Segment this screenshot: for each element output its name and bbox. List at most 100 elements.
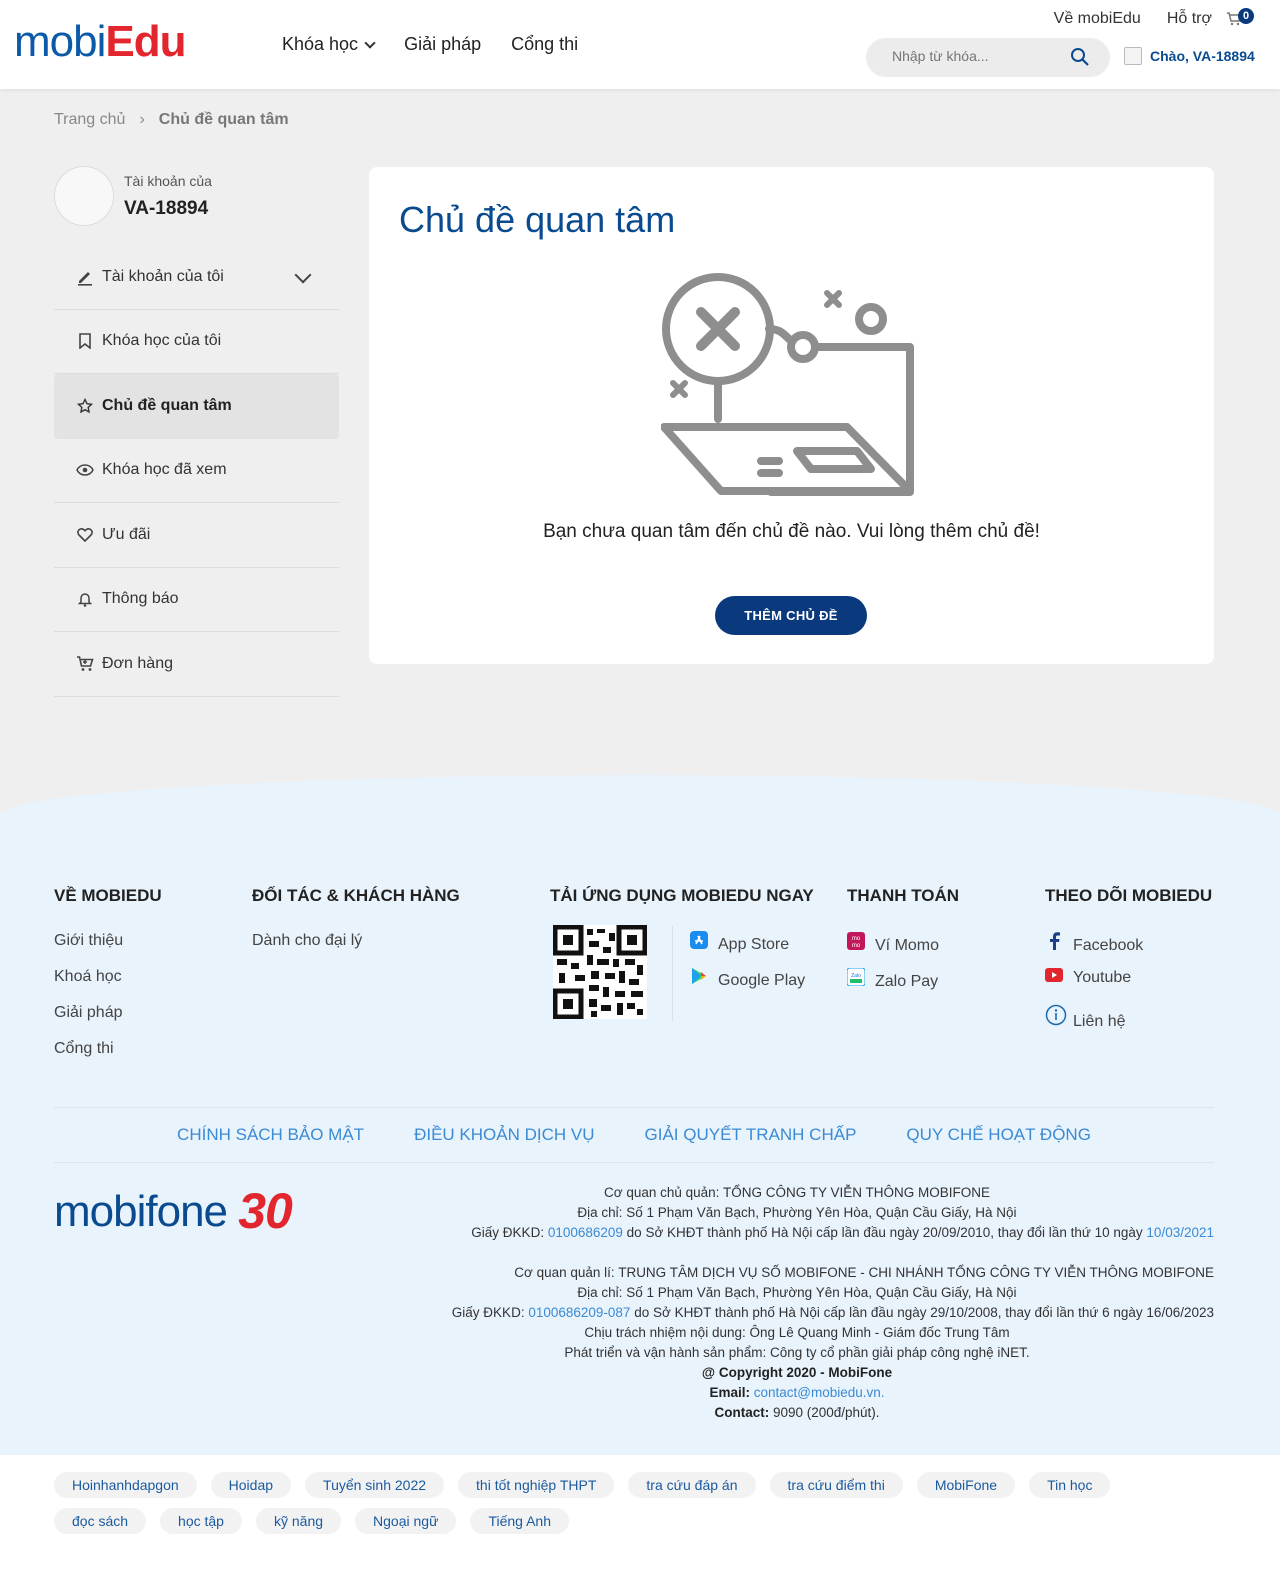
youtube-link[interactable]: Youtube [1045, 968, 1212, 1004]
cart-button[interactable]: 0 [1226, 8, 1254, 29]
facebook-link[interactable]: Facebook [1045, 932, 1212, 968]
account-name: VA-18894 [124, 198, 209, 219]
menu-item-offers[interactable]: Ưu đãi [54, 503, 339, 568]
empty-state-message: Bạn chưa quan tâm đến chủ đề nào. Vui lò… [543, 521, 1040, 542]
qr-code [552, 924, 648, 1020]
nav-cong-thi[interactable]: Cổng thi [511, 34, 578, 55]
youtube-icon [1045, 968, 1063, 985]
breadcrumb-home[interactable]: Trang chủ [54, 111, 125, 129]
nav-khoa-hoc[interactable]: Khóa học [282, 34, 376, 55]
tag-chip[interactable]: thi tốt nghiệp THPT [458, 1472, 615, 1498]
google-play-icon [690, 967, 708, 988]
site-header: mobiEdu Khóa học Giải pháp Cổng thi Về m… [0, 0, 1280, 89]
tag-list: Hoinhanhdapgon Hoidap Tuyển sinh 2022 th… [54, 1472, 1214, 1534]
app-store-icon [690, 931, 708, 952]
nav-giai-phap[interactable]: Giải pháp [404, 34, 481, 55]
footer-col-partners: ĐỐI TÁC & KHÁCH HÀNG Dành cho đại lý [252, 886, 460, 968]
contact-link[interactable]: Liên hệ [1045, 1004, 1212, 1040]
terms-of-service-link[interactable]: ĐIỀU KHOẢN DỊCH VỤ [414, 1125, 594, 1145]
account-label: Tài khoản của [124, 173, 212, 189]
tag-chip[interactable]: Ngoại ngữ [355, 1508, 457, 1534]
qr-divider [672, 926, 673, 1021]
footer-app-links: App Store Google Play [690, 931, 805, 1003]
tag-chip[interactable]: tra cứu điểm thi [769, 1472, 903, 1498]
zalopay-link[interactable]: Zalo Zalo Pay [846, 967, 959, 1004]
menu-item-account[interactable]: Tài khoản của tôi [54, 245, 339, 310]
cart-count-badge: 0 [1238, 8, 1254, 24]
avatar [54, 166, 114, 226]
menu-item-topics[interactable]: Chủ đề quan tâm [54, 374, 339, 439]
pencil-icon [76, 268, 94, 286]
legal-info: Cơ quan chủ quản: TỔNG CÔNG TY VIỄN THÔN… [451, 1185, 1214, 1420]
user-greeting[interactable]: Chào, VA-18894 [1124, 47, 1255, 65]
footer-link-intro[interactable]: Giới thiệu [54, 932, 162, 968]
footer-link-agents[interactable]: Dành cho đại lý [252, 932, 460, 968]
user-avatar [1124, 47, 1142, 65]
breadcrumb: Trang chủ › Chủ đề quan tâm [54, 111, 289, 129]
empty-state-illustration [661, 273, 914, 496]
menu-item-notifications[interactable]: Thông báo [54, 568, 339, 632]
menu-item-my-courses[interactable]: Khóa học của tôi [54, 310, 339, 374]
footer-link-solutions[interactable]: Giải pháp [54, 1004, 162, 1040]
tag-chip[interactable]: đọc sách [54, 1508, 147, 1534]
bookmark-icon [76, 333, 94, 350]
breadcrumb-current: Chủ đề quan tâm [158, 111, 289, 128]
business-license-link[interactable]: 0100686209 [548, 1225, 623, 1240]
svg-text:mo: mo [852, 943, 861, 949]
svg-text:mo: mo [852, 936, 861, 942]
dispute-resolution-link[interactable]: GIẢI QUYẾT TRANH CHẤP [645, 1125, 857, 1145]
page-title: Chủ đề quan tâm [399, 199, 676, 240]
privacy-policy-link[interactable]: CHÍNH SÁCH BẢO MẬT [177, 1125, 364, 1145]
main-content-card: Chủ đề quan tâm Bạn chưa quan tâm đến ch… [369, 167, 1214, 664]
tag-chip[interactable]: Tuyển sinh 2022 [305, 1472, 445, 1498]
tag-chip[interactable]: kỹ năng [255, 1508, 342, 1534]
tag-chip[interactable]: học tập [160, 1508, 242, 1534]
info-icon [1045, 1004, 1067, 1029]
chevron-down-icon[interactable] [294, 266, 312, 284]
tag-chip[interactable]: Tiếng Anh [470, 1508, 569, 1534]
google-play-link[interactable]: Google Play [690, 967, 805, 1003]
cart-icon [76, 655, 94, 672]
footer-col-payment: THANH TOÁN mo mo Ví Momo Zalo Zalo Pay [846, 886, 959, 1004]
svg-text:Zalo: Zalo [851, 973, 861, 979]
breadcrumb-separator-icon: › [139, 111, 145, 128]
tag-chip[interactable]: Hoinhanhdapgon [54, 1472, 197, 1498]
mobiedu-logo[interactable]: mobiEdu [14, 20, 186, 64]
top-links: Về mobiEdu Hỗ trợ [1054, 10, 1212, 28]
tag-chip[interactable]: MobiFone [916, 1472, 1016, 1498]
footer-link-courses[interactable]: Khoá học [54, 968, 162, 1004]
chevron-down-icon [364, 37, 376, 49]
email-link[interactable]: contact@mobiedu.vn. [754, 1385, 885, 1400]
branch-license-link[interactable]: 0100686209-087 [528, 1305, 630, 1320]
tag-chip[interactable]: Hoidap [210, 1472, 292, 1498]
bell-icon [76, 591, 94, 608]
footer-col-about: VỀ MOBIEDU Giới thiệu Khoá học Giải pháp… [54, 886, 162, 1076]
support-link[interactable]: Hỗ trợ [1167, 10, 1212, 28]
app-store-link[interactable]: App Store [690, 931, 805, 967]
tag-chip[interactable]: tra cứu đáp án [628, 1472, 756, 1498]
momo-link[interactable]: mo mo Ví Momo [847, 932, 959, 968]
menu-item-viewed-courses[interactable]: Khóa học đã xem [54, 439, 339, 503]
search-box [866, 38, 1110, 77]
facebook-icon [1045, 932, 1063, 953]
license-date-link[interactable]: 10/03/2021 [1146, 1225, 1214, 1240]
tag-chip[interactable]: Tin học [1029, 1472, 1111, 1498]
momo-icon: mo mo [847, 932, 865, 953]
eye-icon [76, 464, 94, 477]
add-topic-button[interactable]: THÊM CHỦ ĐỀ [715, 596, 867, 635]
account-menu: Tài khoản của tôi Khóa học của tôi Chủ đ… [54, 245, 339, 697]
policy-links: CHÍNH SÁCH BẢO MẬT ĐIỀU KHOẢN DỊCH VỤ GI… [54, 1107, 1214, 1163]
heart-icon [76, 527, 94, 543]
footer-link-exam-portal[interactable]: Cổng thi [54, 1040, 162, 1076]
mobifone-30-logo: mobifone 30 [54, 1183, 293, 1239]
zalopay-icon: Zalo [846, 967, 866, 989]
star-icon [76, 397, 94, 414]
menu-item-orders[interactable]: Đơn hàng [54, 632, 339, 697]
footer-col-follow: THEO DÕI MOBIEDU Facebook Youtube Liên h… [1045, 886, 1212, 1040]
main-nav: Khóa học Giải pháp Cổng thi [282, 34, 578, 55]
operating-rules-link[interactable]: QUY CHẾ HOẠT ĐỘNG [906, 1125, 1091, 1145]
search-icon[interactable] [1070, 47, 1090, 67]
search-input[interactable] [892, 48, 1062, 64]
profile-summary: Tài khoản của VA-18894 [54, 166, 339, 226]
about-link[interactable]: Về mobiEdu [1054, 10, 1141, 28]
